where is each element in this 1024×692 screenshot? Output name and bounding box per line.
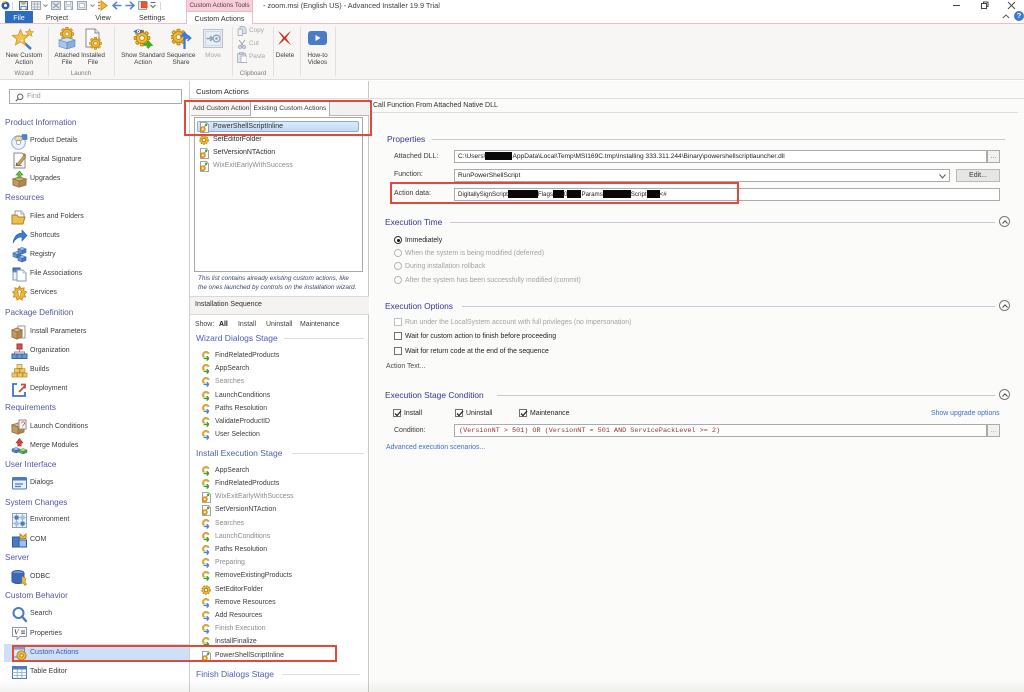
svg-text:?: ? <box>21 420 26 429</box>
